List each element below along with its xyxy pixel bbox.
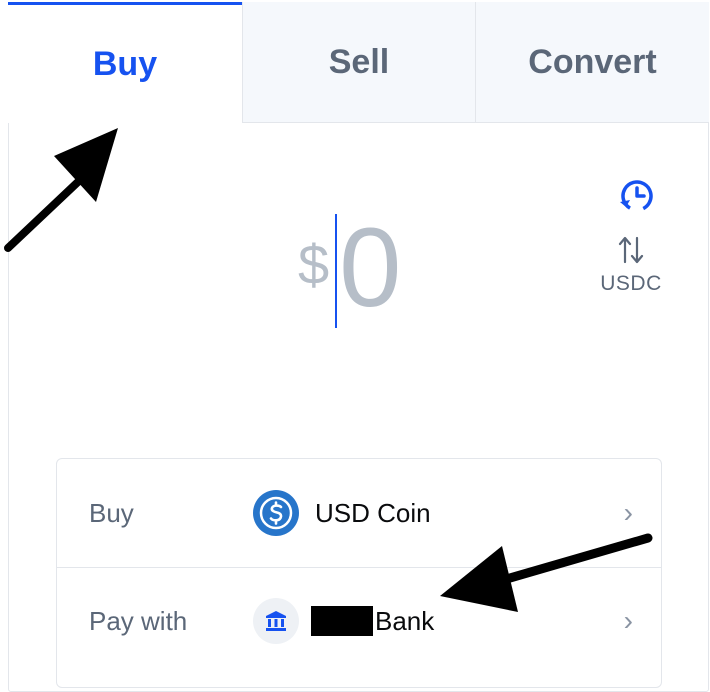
annotation-arrow-icon (440, 533, 653, 612)
